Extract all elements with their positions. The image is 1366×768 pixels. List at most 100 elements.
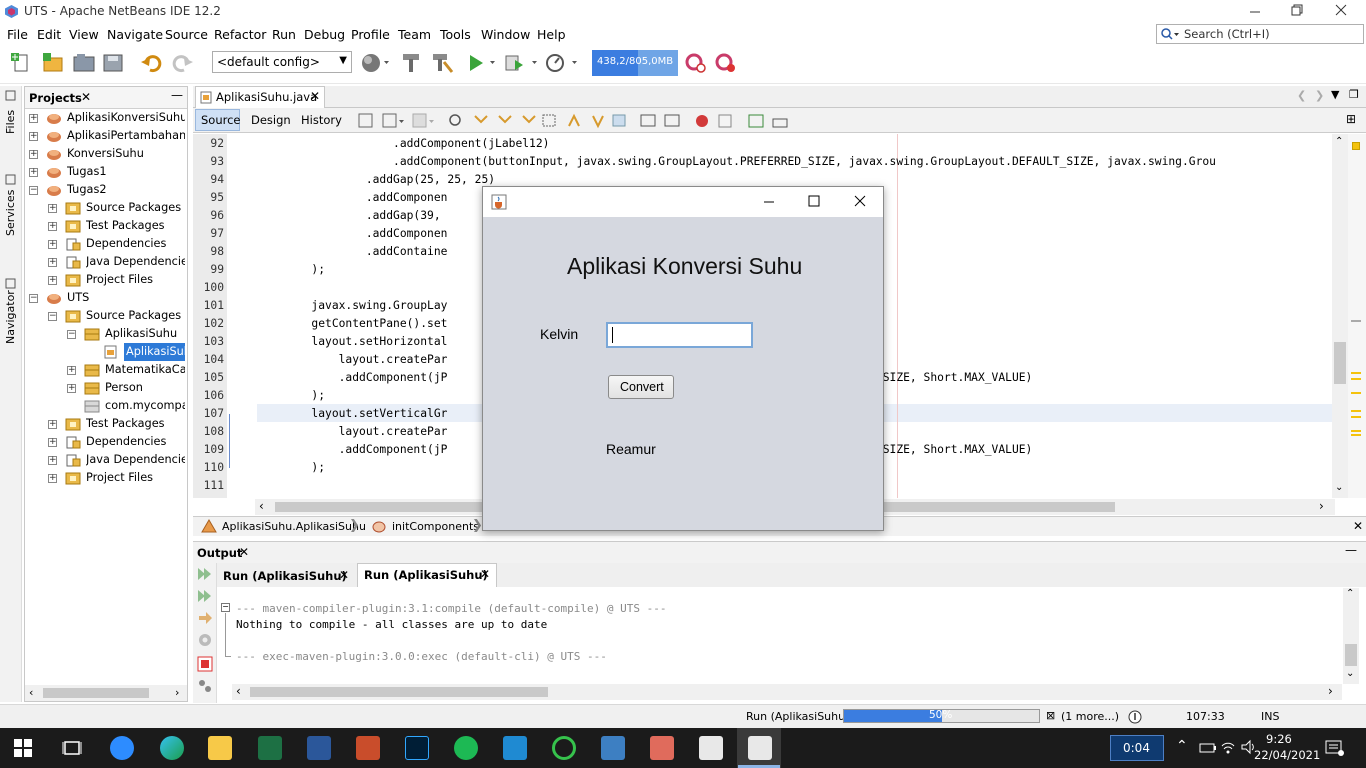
tree-item[interactable]: Tugas2 bbox=[67, 181, 107, 199]
output-hscrollbar[interactable]: ‹ › bbox=[232, 684, 1342, 700]
output-tab-2[interactable]: Run (AplikasiSuhu) ✕ bbox=[357, 563, 497, 587]
tree-item[interactable]: Dependencies bbox=[86, 433, 166, 451]
expand-icon[interactable]: + bbox=[48, 474, 57, 483]
output-options-icon[interactable] bbox=[197, 678, 213, 694]
tree-item[interactable]: UTS bbox=[67, 289, 89, 307]
breadcrumb-method[interactable]: initComponents bbox=[392, 520, 479, 533]
fold-box-icon[interactable]: − bbox=[221, 603, 230, 612]
output-scroll-up-icon[interactable]: ⌃ bbox=[1346, 588, 1354, 599]
close-output-tab-icon[interactable]: ✕ bbox=[339, 568, 349, 582]
save-all-icon[interactable] bbox=[102, 52, 126, 74]
expand-icon[interactable]: + bbox=[48, 438, 57, 447]
breadcrumb-class[interactable]: AplikasiSuhu.AplikasiSuhu bbox=[222, 520, 366, 533]
expand-icon[interactable]: + bbox=[29, 150, 38, 159]
minimize-icon[interactable] bbox=[1240, 4, 1270, 20]
settings-icon[interactable] bbox=[197, 632, 213, 648]
output-hscroll-right-icon[interactable]: › bbox=[1328, 684, 1333, 698]
collapse-icon[interactable]: − bbox=[29, 186, 38, 195]
build-hammer-icon[interactable] bbox=[400, 52, 422, 74]
output-title[interactable]: Output bbox=[197, 546, 242, 560]
clock-time[interactable]: 9:26 bbox=[1266, 732, 1292, 746]
clock-date[interactable]: 22/04/2021 bbox=[1254, 748, 1320, 762]
expand-icon[interactable]: + bbox=[48, 240, 57, 249]
services-tab[interactable]: Services bbox=[4, 190, 17, 236]
output-hscroll-left-icon[interactable]: ‹ bbox=[236, 684, 241, 698]
windows-start-icon[interactable] bbox=[14, 739, 32, 757]
tree-item[interactable]: KonversiSuhu bbox=[67, 145, 144, 163]
collapse-icon[interactable]: − bbox=[67, 330, 76, 339]
close-icon[interactable] bbox=[1326, 3, 1356, 19]
notifications-icon[interactable] bbox=[1127, 709, 1143, 725]
tree-item[interactable]: AplikasiPertambahanDua bbox=[67, 127, 185, 145]
wifi-icon[interactable] bbox=[1221, 739, 1235, 755]
photoshop-icon[interactable] bbox=[405, 736, 429, 760]
collapse-icon[interactable]: − bbox=[48, 312, 57, 321]
expand-icon[interactable]: + bbox=[67, 366, 76, 375]
tree-item[interactable]: Tugas1 bbox=[67, 163, 107, 181]
expand-icon[interactable]: + bbox=[48, 258, 57, 267]
clean-build-icon[interactable] bbox=[430, 52, 454, 74]
expand-icon[interactable]: + bbox=[29, 132, 38, 141]
rerun-goals-icon[interactable] bbox=[197, 588, 213, 604]
zoom-icon[interactable] bbox=[110, 736, 134, 760]
new-file-icon[interactable] bbox=[10, 52, 32, 74]
java-app-active-icon[interactable] bbox=[748, 736, 772, 760]
tree-item[interactable]: Java Dependencies bbox=[86, 451, 185, 469]
tree-item[interactable]: MatematikaCanggih bbox=[105, 361, 185, 379]
tree-item[interactable]: Java Dependencies bbox=[86, 253, 185, 271]
edge-icon[interactable] bbox=[160, 736, 184, 760]
dialog-close-icon[interactable] bbox=[852, 194, 868, 208]
tree-item[interactable]: AplikasiSuhu.java bbox=[124, 343, 185, 361]
menu-help[interactable]: Help bbox=[537, 27, 566, 42]
status-task[interactable]: Run (AplikasiSuhu) bbox=[746, 710, 849, 723]
globe-icon[interactable] bbox=[360, 52, 390, 74]
navigator-tab[interactable]: Navigator bbox=[4, 290, 17, 344]
output-vscrollbar[interactable]: ⌃ ⌄ bbox=[1343, 588, 1359, 684]
search-input[interactable]: Search (Ctrl+I) bbox=[1156, 24, 1364, 44]
word-icon[interactable] bbox=[307, 736, 331, 760]
editor-tools-icon[interactable] bbox=[357, 112, 797, 130]
java-app-icon[interactable] bbox=[699, 736, 723, 760]
battery-icon[interactable] bbox=[1198, 740, 1218, 756]
menu-profile[interactable]: Profile bbox=[351, 27, 390, 42]
tree-item[interactable]: Source Packages bbox=[86, 199, 181, 217]
tree-item[interactable]: Project Files bbox=[86, 271, 153, 289]
profile-icon[interactable] bbox=[544, 52, 580, 74]
notification-center-icon[interactable] bbox=[1324, 739, 1344, 757]
scroll-tabs-right-icon[interactable]: ❯ bbox=[1315, 89, 1324, 102]
tree-item[interactable]: AplikasiKonversiSuhu bbox=[67, 109, 185, 127]
hscroll-left-icon[interactable]: ‹ bbox=[259, 499, 264, 513]
status-more[interactable]: (1 more...) bbox=[1061, 710, 1119, 723]
scroll-up-icon[interactable]: ⌃ bbox=[1335, 136, 1343, 147]
tree-item[interactable]: Test Packages bbox=[86, 217, 165, 235]
task-view-icon[interactable] bbox=[62, 738, 82, 758]
menu-team[interactable]: Team bbox=[398, 27, 431, 42]
powerpoint-icon[interactable] bbox=[356, 736, 380, 760]
memory-indicator[interactable]: 438,2/805,0MB bbox=[592, 50, 678, 76]
stop-icon[interactable] bbox=[197, 656, 213, 672]
split-editor-icon[interactable]: ⊞ bbox=[1346, 112, 1356, 126]
resume-icon[interactable] bbox=[197, 610, 213, 626]
menu-file[interactable]: File bbox=[7, 27, 28, 42]
new-project-icon[interactable] bbox=[42, 52, 64, 74]
scroll-left-icon[interactable]: ‹ bbox=[29, 686, 33, 699]
tree-item[interactable]: Test Packages bbox=[86, 415, 165, 433]
close-tab-icon[interactable]: ✕ bbox=[310, 89, 320, 103]
output-scroll-down-icon[interactable]: ⌄ bbox=[1346, 668, 1354, 679]
menu-run[interactable]: Run bbox=[272, 27, 296, 42]
expand-icon[interactable]: + bbox=[48, 420, 57, 429]
tree-item[interactable]: com.mycompany bbox=[105, 397, 185, 415]
spotify-icon[interactable] bbox=[454, 736, 478, 760]
restore-icon[interactable] bbox=[1282, 3, 1312, 19]
close-output-icon[interactable]: ✕ bbox=[239, 545, 249, 559]
scroll-right-icon[interactable]: › bbox=[175, 686, 179, 699]
projects-title[interactable]: Projects bbox=[29, 91, 82, 105]
timer-widget[interactable]: 0:04 bbox=[1110, 735, 1164, 761]
minimize-output-icon[interactable]: — bbox=[1345, 543, 1357, 557]
scroll-tabs-left-icon[interactable]: ❮ bbox=[1297, 89, 1306, 102]
editor-vscrollbar[interactable]: ⌃ ⌄ bbox=[1332, 134, 1348, 498]
output-console[interactable]: − --- maven-compiler-plugin:3.1:compile … bbox=[218, 588, 1343, 684]
minimize-panel-icon[interactable]: — bbox=[171, 88, 183, 102]
tree-item[interactable]: Project Files bbox=[86, 469, 153, 487]
debug-icon[interactable] bbox=[504, 52, 540, 74]
